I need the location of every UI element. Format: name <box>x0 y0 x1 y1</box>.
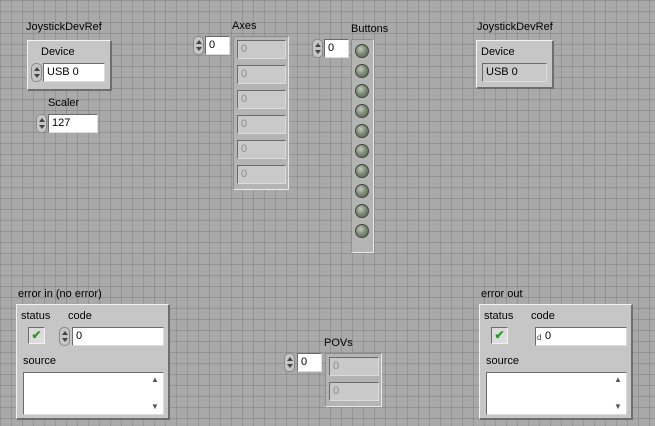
code-radix-icon: d <box>537 333 542 342</box>
button-led[interactable] <box>355 224 369 238</box>
pov-element[interactable]: 0 <box>329 382 379 401</box>
button-led[interactable] <box>355 104 369 118</box>
scaler-label: Scaler <box>48 97 80 109</box>
error-out-source-scrollbar[interactable]: ▲ ▼ <box>611 374 625 413</box>
button-led[interactable] <box>355 64 369 78</box>
joystick-out-cluster: Device USB 0 <box>476 40 554 89</box>
scroll-down-icon[interactable]: ▼ <box>151 403 159 411</box>
error-out-cluster: status code ✔ d 0 source ▲ ▼ <box>479 304 633 420</box>
axes-element[interactable]: 0 <box>237 40 286 59</box>
joystick-out-device-label: Device <box>481 46 515 58</box>
error-out-status-label: status <box>484 310 514 322</box>
axes-element[interactable]: 0 <box>237 165 286 184</box>
axes-index-input[interactable]: 0 <box>205 36 230 55</box>
buttons-index-spinner[interactable] <box>312 39 323 58</box>
scaler-increment-icon[interactable] <box>36 114 47 133</box>
error-in-cluster: status code ✔ 0 source ▲ ▼ <box>16 304 170 420</box>
error-out-status-indicator: ✔ <box>491 327 508 344</box>
scroll-up-icon[interactable]: ▲ <box>614 376 622 384</box>
axes-element[interactable]: 0 <box>237 115 286 134</box>
error-in-status-checkbox[interactable]: ✔ <box>28 327 45 344</box>
joystick-in-device-label: Device <box>41 46 75 58</box>
error-in-source-scrollbar[interactable]: ▲ ▼ <box>148 374 162 413</box>
button-led[interactable] <box>355 164 369 178</box>
error-in-status-label: status <box>21 310 51 322</box>
axes-label: Axes <box>232 20 257 32</box>
error-out-code-indicator: d 0 <box>535 327 627 346</box>
povs-label: POVs <box>324 337 353 349</box>
axes-element[interactable]: 0 <box>237 65 286 84</box>
joystick-in-device-field[interactable]: USB 0 <box>43 63 105 82</box>
axes-element[interactable]: 0 <box>237 140 286 159</box>
error-in-title: error in (no error) <box>18 288 102 300</box>
error-in-source-label: source <box>23 355 57 367</box>
joystick-out-title: JoystickDevRef <box>477 21 553 33</box>
axes-element[interactable]: 0 <box>237 90 286 109</box>
buttons-label: Buttons <box>351 23 389 35</box>
button-led[interactable] <box>355 144 369 158</box>
error-in-source-textarea[interactable]: ▲ ▼ <box>23 372 164 415</box>
error-in-code-label: code <box>68 310 92 322</box>
scroll-down-icon[interactable]: ▼ <box>614 403 622 411</box>
error-out-code-label: code <box>531 310 555 322</box>
error-out-title: error out <box>481 288 523 300</box>
error-out-code-value: 0 <box>545 330 552 342</box>
povs-index-spinner[interactable] <box>284 353 295 372</box>
error-out-source-textarea: ▲ ▼ <box>486 372 627 415</box>
pov-element[interactable]: 0 <box>329 357 379 376</box>
buttons-index-input[interactable]: 0 <box>324 39 349 58</box>
axes-array-frame: 0 0 0 0 0 0 <box>233 36 289 190</box>
button-led[interactable] <box>355 44 369 58</box>
button-led[interactable] <box>355 124 369 138</box>
joystick-in-cluster: Device USB 0 <box>27 40 112 91</box>
scaler-input[interactable]: 127 <box>48 114 98 133</box>
joystick-in-device-selector[interactable] <box>31 63 42 82</box>
povs-index-input[interactable]: 0 <box>297 353 322 372</box>
axes-index-spinner[interactable] <box>193 36 204 55</box>
error-in-code-spinner[interactable] <box>59 327 70 346</box>
scroll-up-icon[interactable]: ▲ <box>151 376 159 384</box>
button-led[interactable] <box>355 204 369 218</box>
error-in-code-input[interactable]: 0 <box>72 327 164 346</box>
buttons-array-frame <box>351 39 374 253</box>
povs-array-frame: 0 0 <box>325 353 382 407</box>
button-led[interactable] <box>355 84 369 98</box>
error-out-source-label: source <box>486 355 520 367</box>
joystick-out-device-indicator: USB 0 <box>482 63 547 82</box>
joystick-in-title: JoystickDevRef <box>26 21 102 33</box>
button-led[interactable] <box>355 184 369 198</box>
